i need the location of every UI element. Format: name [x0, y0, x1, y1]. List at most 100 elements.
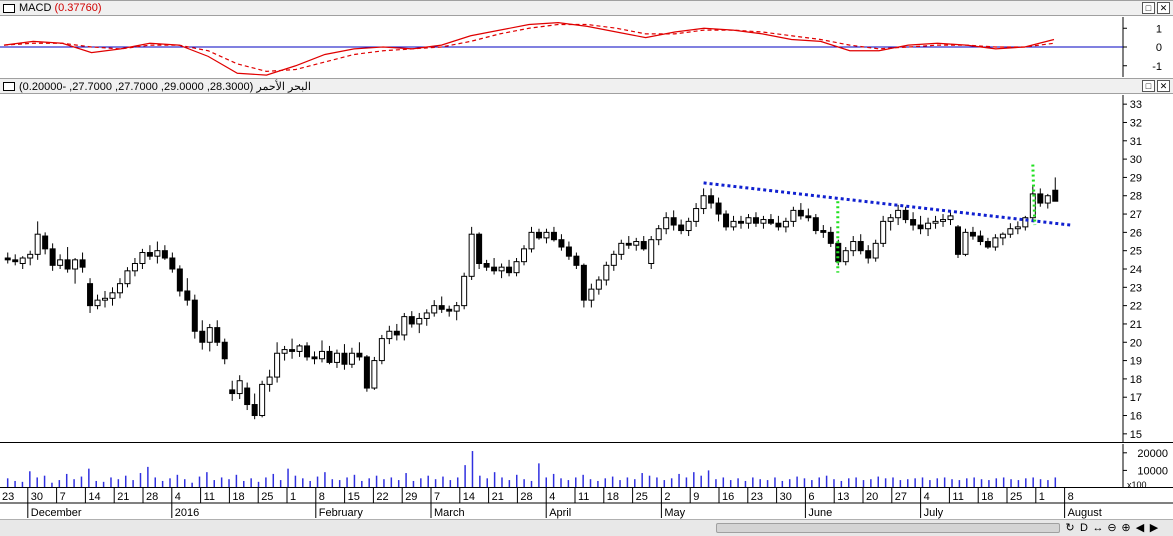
- candle-body: [19, 257, 26, 265]
- candle-body: [573, 255, 580, 266]
- scroll-left-icon[interactable]: ◀: [1134, 521, 1146, 535]
- candle-body: [401, 316, 408, 336]
- candle-body: [745, 217, 752, 224]
- chart-toolbar: ↻ D ↔ ⊖ ⊕ ◀ ▶: [1064, 521, 1162, 535]
- candle-body: [348, 352, 355, 365]
- volume-tick-label: 20000: [1137, 448, 1168, 460]
- candle-body: [595, 279, 602, 290]
- candle-body: [812, 217, 819, 232]
- price-restore-button[interactable]: □: [1142, 80, 1155, 92]
- candle-body: [57, 259, 64, 266]
- price-tick-label: 24: [1130, 264, 1142, 276]
- horizontal-scrollbar[interactable]: ↻ D ↔ ⊖ ⊕ ◀ ▶: [0, 519, 1173, 536]
- candle-body: [865, 250, 872, 259]
- macd-value: (0.37760): [54, 2, 102, 14]
- price-tick-label: 25: [1130, 246, 1142, 258]
- candle-body: [580, 264, 587, 301]
- rotate-icon[interactable]: ↻: [1064, 521, 1076, 535]
- candle-body: [782, 220, 789, 228]
- day-tick-label: 22: [376, 491, 388, 503]
- day-tick-label: 28: [146, 491, 158, 503]
- month-label: December: [31, 507, 82, 519]
- candle-body: [790, 209, 797, 222]
- candle-body: [550, 231, 557, 241]
- candle-body: [535, 231, 542, 239]
- candle-body: [610, 253, 617, 266]
- candle-body: [670, 217, 677, 226]
- candle-body: [588, 288, 595, 301]
- day-tick-label: 25: [636, 491, 648, 503]
- price-close-button[interactable]: ✕: [1157, 80, 1170, 92]
- price-tick-label: 29: [1130, 172, 1142, 184]
- candle-body: [94, 299, 101, 307]
- month-label: August: [1068, 507, 1102, 519]
- macd-close-button[interactable]: ✕: [1157, 2, 1170, 14]
- scroll-right-icon[interactable]: ▶: [1148, 521, 1160, 535]
- volume-chart: 2000010000x100: [6, 444, 1168, 488]
- day-tick-label: 14: [463, 491, 475, 503]
- macd-title: MACD (0.37760): [19, 2, 102, 14]
- candle-body: [558, 239, 565, 248]
- price-tick-label: 20: [1130, 337, 1142, 349]
- day-tick-label: 7: [434, 491, 440, 503]
- macd-line: [3, 22, 1055, 76]
- candle-body: [797, 209, 804, 217]
- day-tick-label: 18: [232, 491, 244, 503]
- candle-body: [752, 217, 759, 224]
- scrollbar-thumb[interactable]: [716, 523, 1060, 533]
- expand-icon[interactable]: ↔: [1092, 521, 1104, 535]
- candle-body: [633, 241, 640, 246]
- candle-body: [446, 308, 453, 312]
- day-tick-label: 6: [808, 491, 814, 503]
- candle-body: [618, 242, 625, 255]
- candle-body: [236, 380, 243, 395]
- candle-body: [363, 356, 370, 389]
- macd-tick-label: 1: [1156, 23, 1162, 35]
- candle-body: [760, 219, 767, 224]
- candle-body: [124, 270, 131, 285]
- candle-body: [805, 215, 812, 219]
- candle-body: [371, 360, 378, 389]
- day-tick-label: 1: [290, 491, 296, 503]
- zoom-in-icon[interactable]: ⊕: [1120, 521, 1132, 535]
- x-axis: 23 30 7 14 21 28 4 11 18 25 1 8 15 22 29 7 14 21 28 4 11 18 25…: [0, 487, 1173, 519]
- month-label: July: [924, 507, 944, 519]
- candle-body: [887, 217, 894, 222]
- candle-body: [1007, 228, 1014, 235]
- d-icon[interactable]: D: [1078, 521, 1090, 535]
- candle-body: [693, 208, 700, 222]
- day-tick-label: 30: [31, 491, 43, 503]
- day-tick-label: 8: [1068, 491, 1074, 503]
- candle-body: [42, 235, 49, 250]
- candle-body: [109, 292, 116, 299]
- macd-panel-header: MACD (0.37760) □ ✕: [0, 0, 1173, 16]
- candle-body: [969, 231, 976, 237]
- price-chart: 33 32 31 30 29 28 27 26 25 24 23 22 21 20 19 18 17 16 15: [0, 95, 1173, 443]
- candle-body: [962, 231, 969, 255]
- day-tick-label: 11: [204, 491, 215, 503]
- candle-body: [917, 224, 924, 230]
- candle-body: [954, 226, 961, 255]
- candle-body: [266, 376, 273, 385]
- candle-body: [857, 241, 864, 252]
- price-tick-label: 23: [1130, 282, 1142, 294]
- zoom-out-icon[interactable]: ⊖: [1106, 521, 1118, 535]
- candle-body: [1014, 226, 1021, 230]
- candle-body: [925, 222, 932, 230]
- candle-body: [393, 330, 400, 336]
- candle-body: [34, 233, 41, 255]
- day-tick-label: 15: [348, 491, 360, 503]
- candle-body: [947, 215, 954, 221]
- candle-body: [1052, 189, 1059, 202]
- macd-restore-button[interactable]: □: [1142, 2, 1155, 14]
- candle-body: [289, 349, 296, 352]
- macd-chart: 1 0 -1: [0, 17, 1162, 77]
- candle-body: [423, 312, 430, 319]
- price-tick-label: 27: [1130, 209, 1142, 221]
- candle-body: [341, 352, 348, 365]
- candle-body: [87, 283, 94, 307]
- price-tick-label: 30: [1130, 154, 1142, 166]
- candle-body: [730, 220, 737, 228]
- ohlc-values: (28.3000, 29.0000, 27.7000, 27.7000, -0.…: [19, 81, 254, 93]
- candle-body: [491, 266, 498, 272]
